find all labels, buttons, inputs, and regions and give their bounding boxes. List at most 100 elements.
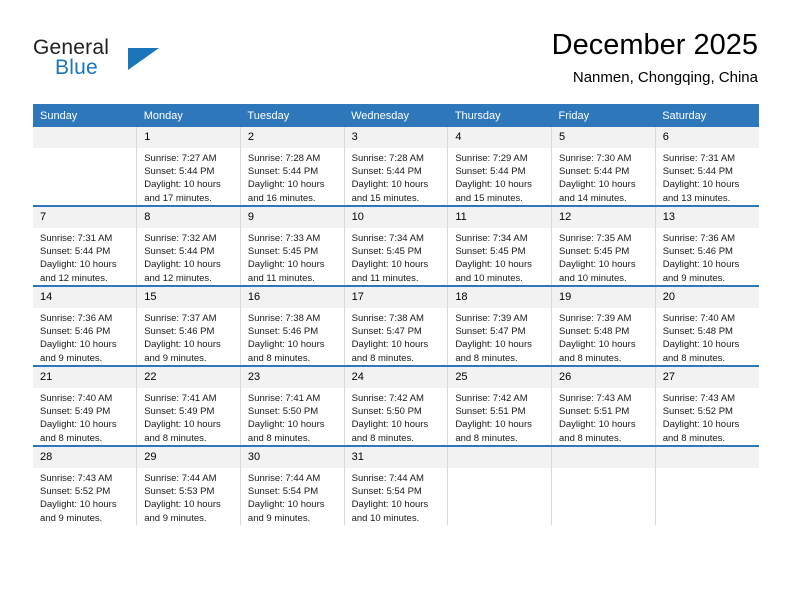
day-details: Sunrise: 7:38 AM Sunset: 5:46 PM Dayligh… bbox=[241, 308, 344, 365]
sunset-line: Sunset: 5:49 PM bbox=[40, 406, 111, 418]
sunrise-line: Sunrise: 7:44 AM bbox=[247, 473, 321, 484]
day-cell[interactable]: 12 Sunrise: 7:35 AM Sunset: 5:45 PM Dayl… bbox=[551, 205, 656, 286]
day-number: 6 bbox=[655, 127, 759, 148]
day-details: Sunrise: 7:29 AM Sunset: 5:44 PM Dayligh… bbox=[448, 148, 551, 205]
day-cell[interactable]: 18 Sunrise: 7:39 AM Sunset: 5:47 PM Dayl… bbox=[447, 285, 552, 366]
sunset-line: Sunset: 5:44 PM bbox=[40, 246, 111, 258]
day-cell[interactable]: 29 Sunrise: 7:44 AM Sunset: 5:53 PM Dayl… bbox=[136, 445, 241, 525]
day-number: 5 bbox=[552, 127, 655, 148]
day-details: Sunrise: 7:44 AM Sunset: 5:54 PM Dayligh… bbox=[241, 468, 344, 525]
day-cell[interactable]: 28 Sunrise: 7:43 AM Sunset: 5:52 PM Dayl… bbox=[33, 445, 137, 525]
day-number: 13 bbox=[655, 207, 759, 228]
page-title: December 2025 bbox=[551, 29, 758, 61]
daylight-line-2: and 17 minutes. bbox=[144, 192, 212, 204]
sunrise-line: Sunrise: 7:31 AM bbox=[662, 153, 736, 164]
sunrise-line: Sunrise: 7:42 AM bbox=[455, 393, 528, 404]
day-number bbox=[552, 447, 655, 468]
day-details: Sunrise: 7:43 AM Sunset: 5:52 PM Dayligh… bbox=[656, 388, 759, 445]
day-cell[interactable]: 6 Sunrise: 7:31 AM Sunset: 5:44 PM Dayli… bbox=[654, 127, 759, 206]
daylight-line-1: Daylight: 10 hours bbox=[247, 499, 325, 511]
day-cell[interactable]: 20 Sunrise: 7:40 AM Sunset: 5:48 PM Dayl… bbox=[654, 285, 759, 366]
day-cell[interactable]: 7 Sunrise: 7:31 AM Sunset: 5:44 PM Dayli… bbox=[33, 205, 137, 286]
day-number: 3 bbox=[344, 127, 448, 148]
sunrise-line: Sunrise: 7:40 AM bbox=[40, 393, 113, 404]
day-number: 22 bbox=[137, 367, 240, 388]
day-cell[interactable]: 4 Sunrise: 7:29 AM Sunset: 5:44 PM Dayli… bbox=[447, 127, 552, 206]
day-number: 30 bbox=[240, 447, 344, 468]
sunset-line: Sunset: 5:44 PM bbox=[662, 166, 733, 178]
day-number bbox=[33, 127, 137, 148]
day-cell[interactable]: 11 Sunrise: 7:34 AM Sunset: 5:45 PM Dayl… bbox=[447, 205, 552, 286]
daylight-line-1: Daylight: 10 hours bbox=[559, 339, 636, 351]
daylight-line-1: Daylight: 10 hours bbox=[247, 419, 325, 431]
day-cell[interactable]: 2 Sunrise: 7:28 AM Sunset: 5:44 PM Dayli… bbox=[239, 127, 345, 206]
sunset-line: Sunset: 5:46 PM bbox=[662, 246, 733, 258]
daylight-line-2: and 9 minutes. bbox=[662, 272, 726, 284]
daylight-line-2: and 9 minutes. bbox=[40, 512, 103, 524]
calendar-body: 1 Sunrise: 7:27 AM Sunset: 5:44 PM Dayli… bbox=[33, 127, 759, 525]
brand-name-secondary: Blue bbox=[55, 56, 98, 79]
daylight-line-2: and 15 minutes. bbox=[455, 192, 523, 204]
day-details bbox=[448, 468, 551, 472]
daylight-line-2: and 8 minutes. bbox=[247, 352, 311, 364]
sunset-line: Sunset: 5:44 PM bbox=[559, 166, 630, 178]
day-cell[interactable]: 22 Sunrise: 7:41 AM Sunset: 5:49 PM Dayl… bbox=[136, 365, 241, 446]
day-cell[interactable]: 15 Sunrise: 7:37 AM Sunset: 5:46 PM Dayl… bbox=[136, 285, 241, 366]
day-number: 17 bbox=[344, 287, 448, 308]
sunrise-line: Sunrise: 7:43 AM bbox=[662, 393, 736, 404]
day-number: 18 bbox=[448, 287, 552, 308]
daylight-line-2: and 16 minutes. bbox=[247, 192, 316, 204]
daylight-line-1: Daylight: 10 hours bbox=[351, 339, 429, 351]
daylight-line-2: and 10 minutes. bbox=[351, 512, 420, 524]
sunrise-line: Sunrise: 7:30 AM bbox=[559, 153, 632, 164]
day-details: Sunrise: 7:38 AM Sunset: 5:47 PM Dayligh… bbox=[345, 308, 448, 365]
day-details: Sunrise: 7:44 AM Sunset: 5:53 PM Dayligh… bbox=[137, 468, 240, 525]
day-cell[interactable]: 24 Sunrise: 7:42 AM Sunset: 5:50 PM Dayl… bbox=[343, 365, 448, 446]
day-cell[interactable]: 23 Sunrise: 7:41 AM Sunset: 5:50 PM Dayl… bbox=[239, 365, 345, 446]
day-cell[interactable]: 5 Sunrise: 7:30 AM Sunset: 5:44 PM Dayli… bbox=[551, 127, 656, 206]
day-number: 29 bbox=[137, 447, 240, 468]
day-details: Sunrise: 7:42 AM Sunset: 5:51 PM Dayligh… bbox=[448, 388, 551, 445]
daylight-line-2: and 14 minutes. bbox=[559, 192, 627, 204]
day-number: 12 bbox=[552, 207, 655, 228]
day-cell[interactable]: 13 Sunrise: 7:36 AM Sunset: 5:46 PM Dayl… bbox=[654, 205, 759, 286]
day-details: Sunrise: 7:27 AM Sunset: 5:44 PM Dayligh… bbox=[137, 148, 240, 205]
day-details: Sunrise: 7:37 AM Sunset: 5:46 PM Dayligh… bbox=[137, 308, 240, 365]
sunrise-line: Sunrise: 7:41 AM bbox=[144, 393, 217, 404]
day-details: Sunrise: 7:41 AM Sunset: 5:49 PM Dayligh… bbox=[137, 388, 240, 445]
day-cell[interactable]: 1 Sunrise: 7:27 AM Sunset: 5:44 PM Dayli… bbox=[136, 127, 241, 206]
sunset-line: Sunset: 5:54 PM bbox=[247, 486, 319, 498]
day-cell[interactable]: 31 Sunrise: 7:44 AM Sunset: 5:54 PM Dayl… bbox=[343, 445, 448, 525]
day-cell[interactable]: 9 Sunrise: 7:33 AM Sunset: 5:45 PM Dayli… bbox=[239, 205, 345, 286]
day-cell[interactable]: 8 Sunrise: 7:32 AM Sunset: 5:44 PM Dayli… bbox=[136, 205, 241, 286]
daylight-line-2: and 8 minutes. bbox=[455, 432, 518, 444]
day-cell[interactable]: 16 Sunrise: 7:38 AM Sunset: 5:46 PM Dayl… bbox=[239, 285, 345, 366]
day-details: Sunrise: 7:42 AM Sunset: 5:50 PM Dayligh… bbox=[345, 388, 448, 445]
day-cell[interactable]: 30 Sunrise: 7:44 AM Sunset: 5:54 PM Dayl… bbox=[239, 445, 345, 525]
day-cell[interactable]: 14 Sunrise: 7:36 AM Sunset: 5:46 PM Dayl… bbox=[33, 285, 137, 366]
brand-logo[interactable]: General Blue bbox=[33, 36, 233, 86]
sunrise-line: Sunrise: 7:44 AM bbox=[351, 473, 424, 484]
day-cell[interactable]: 19 Sunrise: 7:39 AM Sunset: 5:48 PM Dayl… bbox=[551, 285, 656, 366]
day-cell[interactable]: 3 Sunrise: 7:28 AM Sunset: 5:44 PM Dayli… bbox=[343, 127, 448, 206]
day-number: 15 bbox=[137, 287, 240, 308]
day-cell[interactable]: 17 Sunrise: 7:38 AM Sunset: 5:47 PM Dayl… bbox=[343, 285, 448, 366]
day-cell[interactable]: 10 Sunrise: 7:34 AM Sunset: 5:45 PM Dayl… bbox=[343, 205, 448, 286]
weekday-header-monday: Monday bbox=[136, 104, 241, 127]
day-details: Sunrise: 7:33 AM Sunset: 5:45 PM Dayligh… bbox=[241, 228, 344, 285]
daylight-line-2: and 9 minutes. bbox=[144, 512, 207, 524]
weekday-header-sunday: Sunday bbox=[33, 104, 137, 127]
daylight-line-1: Daylight: 10 hours bbox=[662, 419, 740, 431]
day-details: Sunrise: 7:28 AM Sunset: 5:44 PM Dayligh… bbox=[345, 148, 448, 205]
sunset-line: Sunset: 5:46 PM bbox=[247, 326, 319, 338]
day-cell[interactable]: 27 Sunrise: 7:43 AM Sunset: 5:52 PM Dayl… bbox=[654, 365, 759, 446]
day-cell[interactable]: 21 Sunrise: 7:40 AM Sunset: 5:49 PM Dayl… bbox=[33, 365, 137, 446]
sunset-line: Sunset: 5:48 PM bbox=[662, 326, 733, 338]
week-row: 21 Sunrise: 7:40 AM Sunset: 5:49 PM Dayl… bbox=[33, 365, 759, 446]
day-cell[interactable]: 26 Sunrise: 7:43 AM Sunset: 5:51 PM Dayl… bbox=[551, 365, 656, 446]
day-details: Sunrise: 7:39 AM Sunset: 5:47 PM Dayligh… bbox=[448, 308, 551, 365]
day-details: Sunrise: 7:39 AM Sunset: 5:48 PM Dayligh… bbox=[552, 308, 655, 365]
week-row: 1 Sunrise: 7:27 AM Sunset: 5:44 PM Dayli… bbox=[33, 127, 759, 206]
day-cell[interactable]: 25 Sunrise: 7:42 AM Sunset: 5:51 PM Dayl… bbox=[447, 365, 552, 446]
day-number: 31 bbox=[344, 447, 448, 468]
